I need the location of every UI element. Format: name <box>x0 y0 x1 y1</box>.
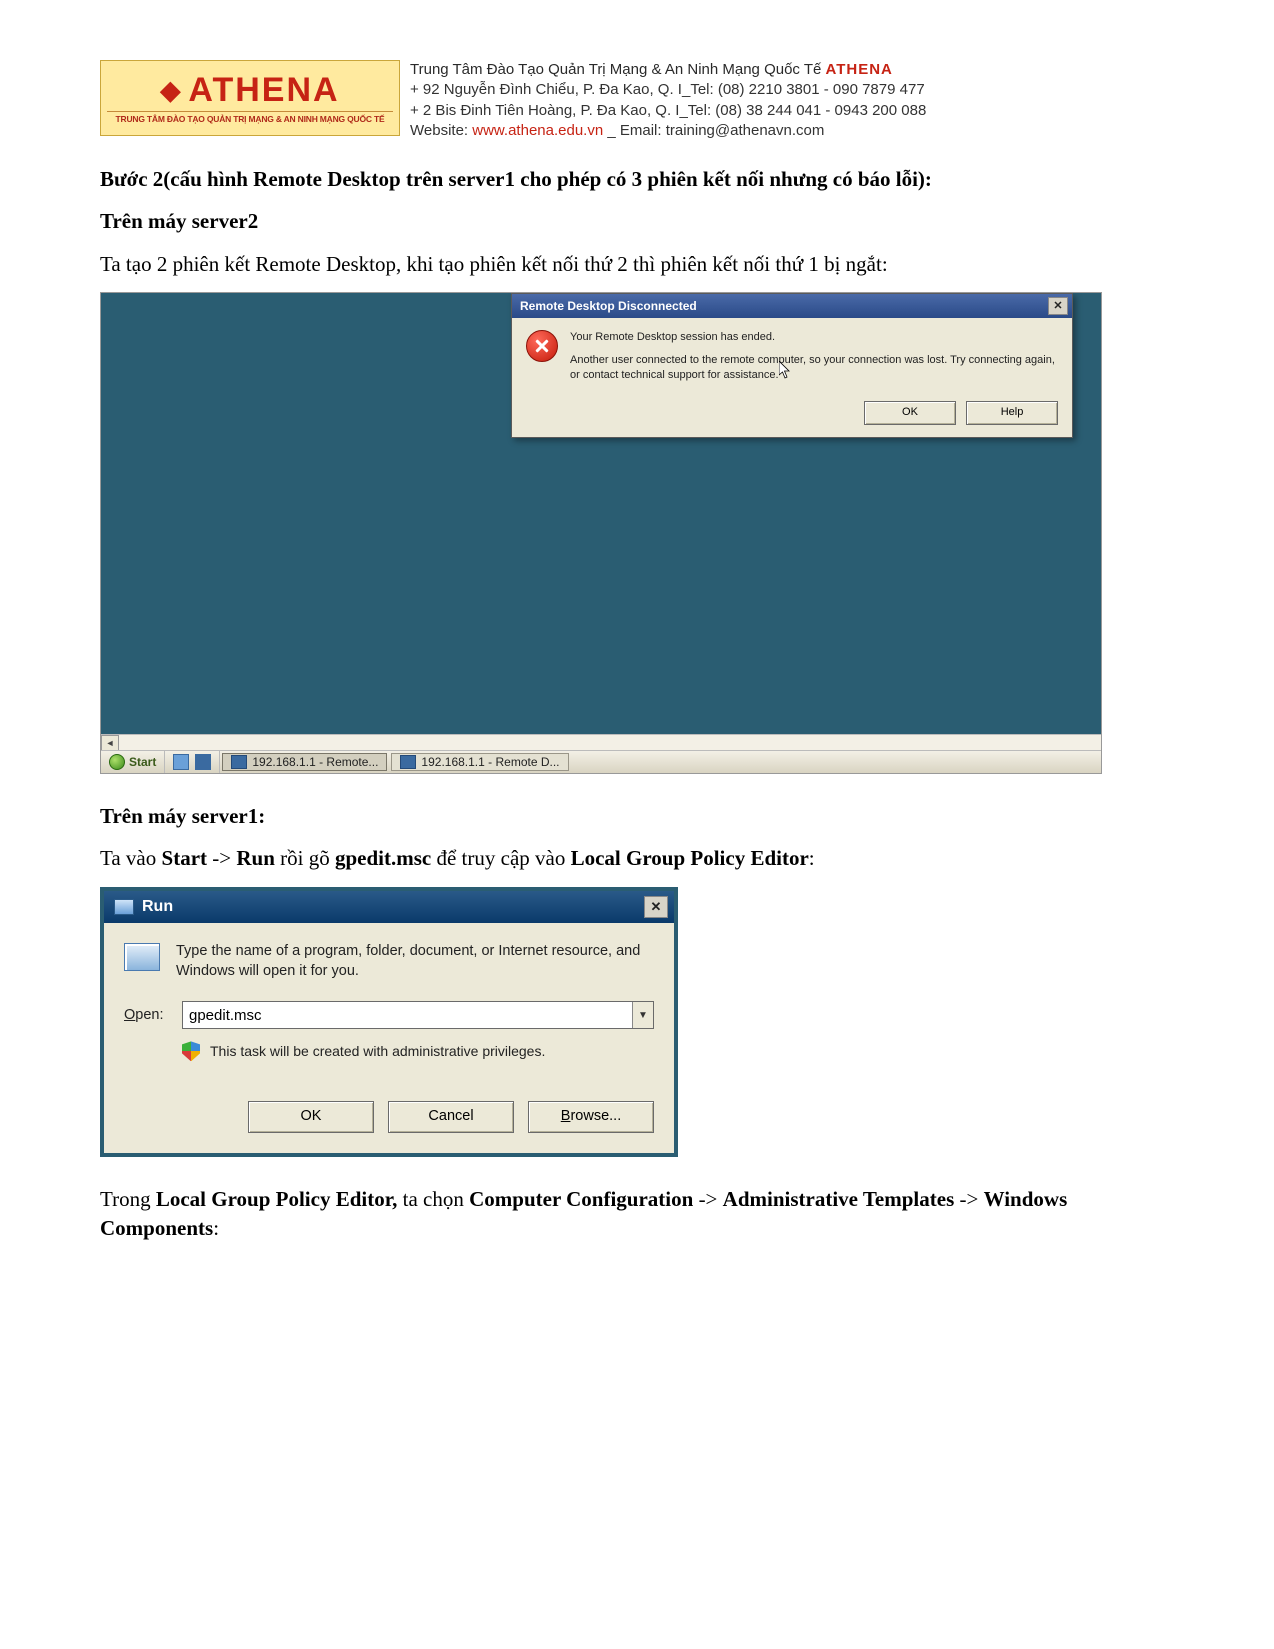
dialog-titlebar: Remote Desktop Disconnected ✕ <box>512 294 1072 318</box>
close-icon: ✕ <box>1053 299 1062 314</box>
contact-line-1: Trung Tâm Đào Tạo Quản Trị Mạng & An Nin… <box>410 60 926 80</box>
dialog-message: Your Remote Desktop session has ended. A… <box>570 330 1058 383</box>
screenshot-run-dialog: Run ✕ Type the name of a program, folder… <box>100 887 678 1158</box>
ok-button[interactable]: OK <box>864 401 956 425</box>
dialog-buttons: OK Help <box>512 395 1072 437</box>
paragraph-3: Trong Local Group Policy Editor, ta chọn… <box>100 1185 1174 1242</box>
logo-box: ◆ ATHENA TRUNG TÂM ĐÀO TẠO QUẢN TRỊ MẠNG… <box>100 60 400 136</box>
taskbar-item-2-label: 192.168.1.1 - Remote D... <box>421 754 559 770</box>
document-body: Bước 2(cấu hình Remote Desktop trên serv… <box>100 165 1174 1242</box>
contact-line-2: + 92 Nguyễn Đình Chiểu, P. Đa Kao, Q. I_… <box>410 80 926 100</box>
run-description: Type the name of a program, folder, docu… <box>176 941 654 982</box>
horizontal-scrollbar[interactable]: ◄ <box>101 734 1101 751</box>
screenshot-rdp-disconnected: Remote Desktop Disconnected ✕ Your Remot… <box>100 292 1102 774</box>
logo-subtitle: TRUNG TÂM ĐÀO TẠO QUẢN TRỊ MẠNG & AN NIN… <box>107 111 393 124</box>
start-label: Start <box>129 754 156 770</box>
scroll-track[interactable] <box>119 735 1101 751</box>
quick-launch-icon-2[interactable] <box>195 754 211 770</box>
run-title-icon <box>114 899 134 915</box>
server1-heading: Trên máy server1: <box>100 802 1174 830</box>
admin-note-row: This task will be created with administr… <box>182 1041 654 1061</box>
taskbar-item-1-label: 192.168.1.1 - Remote... <box>252 754 378 770</box>
run-icon <box>124 943 160 971</box>
run-desc-row: Type the name of a program, folder, docu… <box>124 941 654 982</box>
document-page: ◆ ATHENA TRUNG TÂM ĐÀO TẠO QUẢN TRỊ MẠNG… <box>0 0 1274 1649</box>
ok-button[interactable]: OK <box>248 1101 374 1133</box>
diamond-icon: ◆ <box>160 77 182 103</box>
dialog-rdp-disconnected: Remote Desktop Disconnected ✕ Your Remot… <box>511 293 1073 438</box>
contact-line-3: + 2 Bis Đinh Tiên Hoàng, P. Đa Kao, Q. I… <box>410 101 926 121</box>
help-button[interactable]: Help <box>966 401 1058 425</box>
browse-button[interactable]: Browse... <box>528 1101 654 1133</box>
server2-heading: Trên máy server2 <box>100 207 1174 235</box>
taskbar-item-1[interactable]: 192.168.1.1 - Remote... <box>222 753 387 771</box>
run-title-left: Run <box>114 896 173 918</box>
open-input[interactable] <box>183 1002 632 1028</box>
error-icon <box>526 330 558 362</box>
run-body: Type the name of a program, folder, docu… <box>104 923 674 1076</box>
chevron-down-icon: ▼ <box>638 1009 648 1023</box>
contact-info: Trung Tâm Đào Tạo Quản Trị Mạng & An Nin… <box>410 60 926 141</box>
message-line-2: Another user connected to the remote com… <box>570 353 1058 383</box>
rdp-icon <box>400 755 416 769</box>
run-title: Run <box>142 896 173 918</box>
scroll-left-button[interactable]: ◄ <box>101 735 119 751</box>
close-button[interactable]: ✕ <box>644 896 668 918</box>
quick-launch <box>165 751 220 773</box>
dialog-title: Remote Desktop Disconnected <box>520 298 697 314</box>
run-open-row: Open: ▼ <box>124 1001 654 1029</box>
logo: ◆ ATHENA <box>160 73 339 107</box>
run-titlebar: Run ✕ <box>104 891 674 923</box>
step2-heading: Bước 2(cấu hình Remote Desktop trên serv… <box>100 165 1174 193</box>
letterhead: ◆ ATHENA TRUNG TÂM ĐÀO TẠO QUẢN TRỊ MẠNG… <box>100 60 1174 141</box>
rdp-icon <box>231 755 247 769</box>
admin-note: This task will be created with administr… <box>210 1042 545 1061</box>
cancel-button[interactable]: Cancel <box>388 1101 514 1133</box>
dialog-content: Your Remote Desktop session has ended. A… <box>512 318 1072 395</box>
paragraph-2: Ta vào Start -> Run rồi gõ gpedit.msc để… <box>100 844 1174 872</box>
message-line-1: Your Remote Desktop session has ended. <box>570 330 1058 345</box>
windows-logo-icon <box>109 754 125 770</box>
dropdown-button[interactable]: ▼ <box>632 1002 653 1028</box>
open-combobox[interactable]: ▼ <box>182 1001 654 1029</box>
taskbar-item-2[interactable]: 192.168.1.1 - Remote D... <box>391 753 568 771</box>
close-icon: ✕ <box>651 898 662 916</box>
run-buttons: OK Cancel Browse... <box>104 1075 674 1153</box>
shield-icon <box>182 1041 200 1061</box>
taskbar: Start 192.168.1.1 - Remote... 192.168.1.… <box>101 750 1101 773</box>
open-label: Open: <box>124 1006 166 1026</box>
logo-text: ATHENA <box>188 73 339 107</box>
contact-line-4: Website: www.athena.edu.vn _ Email: trai… <box>410 121 926 141</box>
start-button[interactable]: Start <box>101 751 165 773</box>
paragraph-1: Ta tạo 2 phiên kết Remote Desktop, khi t… <box>100 250 1174 278</box>
close-button[interactable]: ✕ <box>1048 297 1068 315</box>
quick-launch-icon-1[interactable] <box>173 754 189 770</box>
